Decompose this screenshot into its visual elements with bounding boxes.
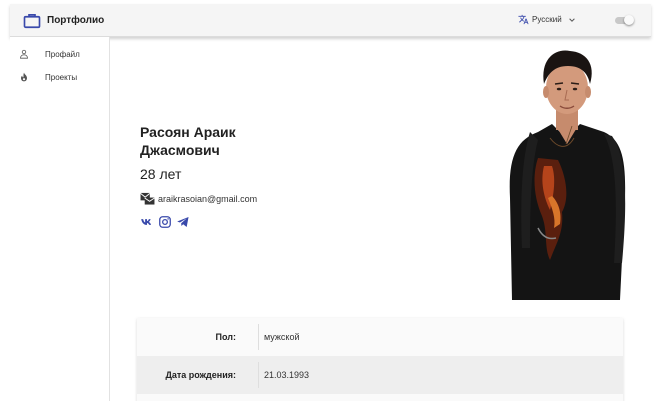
app-title: Портфолио	[47, 15, 105, 26]
info-table: Пол: мужской Дата рождения: 21.03.1993	[137, 318, 623, 401]
mail-icon	[140, 192, 155, 205]
sidebar-item-projects[interactable]: Проекты	[19, 72, 77, 82]
table-row: Дата рождения: 21.03.1993	[137, 356, 623, 394]
sidebar-item-label: Профайл	[45, 49, 80, 59]
telegram-icon[interactable]	[176, 215, 190, 229]
profile-age: 28 лет	[140, 166, 182, 182]
social-links	[140, 215, 194, 229]
language-select[interactable]: Русский	[518, 14, 576, 25]
translate-icon	[518, 14, 529, 25]
sidebar-item-profile[interactable]: Профайл	[19, 49, 80, 59]
sidebar-item-label: Проекты	[45, 72, 78, 82]
top-app-bar: Портфолио Русский	[10, 4, 651, 37]
toggle-knob[interactable]	[624, 15, 634, 25]
info-value-gender: мужской	[264, 332, 300, 342]
theme-toggle[interactable]	[615, 15, 634, 25]
person-icon	[20, 49, 28, 59]
briefcase-icon	[23, 14, 41, 29]
profile-name: Расоян Араик Джасмович	[140, 124, 236, 158]
email-row: araikrasoian@gmail.com	[140, 192, 257, 205]
fire-icon	[21, 72, 27, 82]
table-row: Пол: мужской	[137, 318, 623, 356]
brand[interactable]: Портфолио	[23, 12, 104, 29]
info-value-birthdate: 21.03.1993	[264, 370, 310, 380]
vk-icon[interactable]	[140, 215, 154, 229]
info-label-gender: Пол:	[215, 332, 236, 342]
sidebar: Профайл Проекты	[10, 37, 110, 401]
email-value[interactable]: araikrasoian@gmail.com	[158, 194, 257, 204]
info-label-birthdate: Дата рождения:	[165, 370, 236, 380]
instagram-icon[interactable]	[158, 215, 172, 229]
profile-photo	[509, 50, 626, 300]
chevron-down-icon	[568, 17, 575, 22]
language-label: Русский	[532, 15, 562, 24]
